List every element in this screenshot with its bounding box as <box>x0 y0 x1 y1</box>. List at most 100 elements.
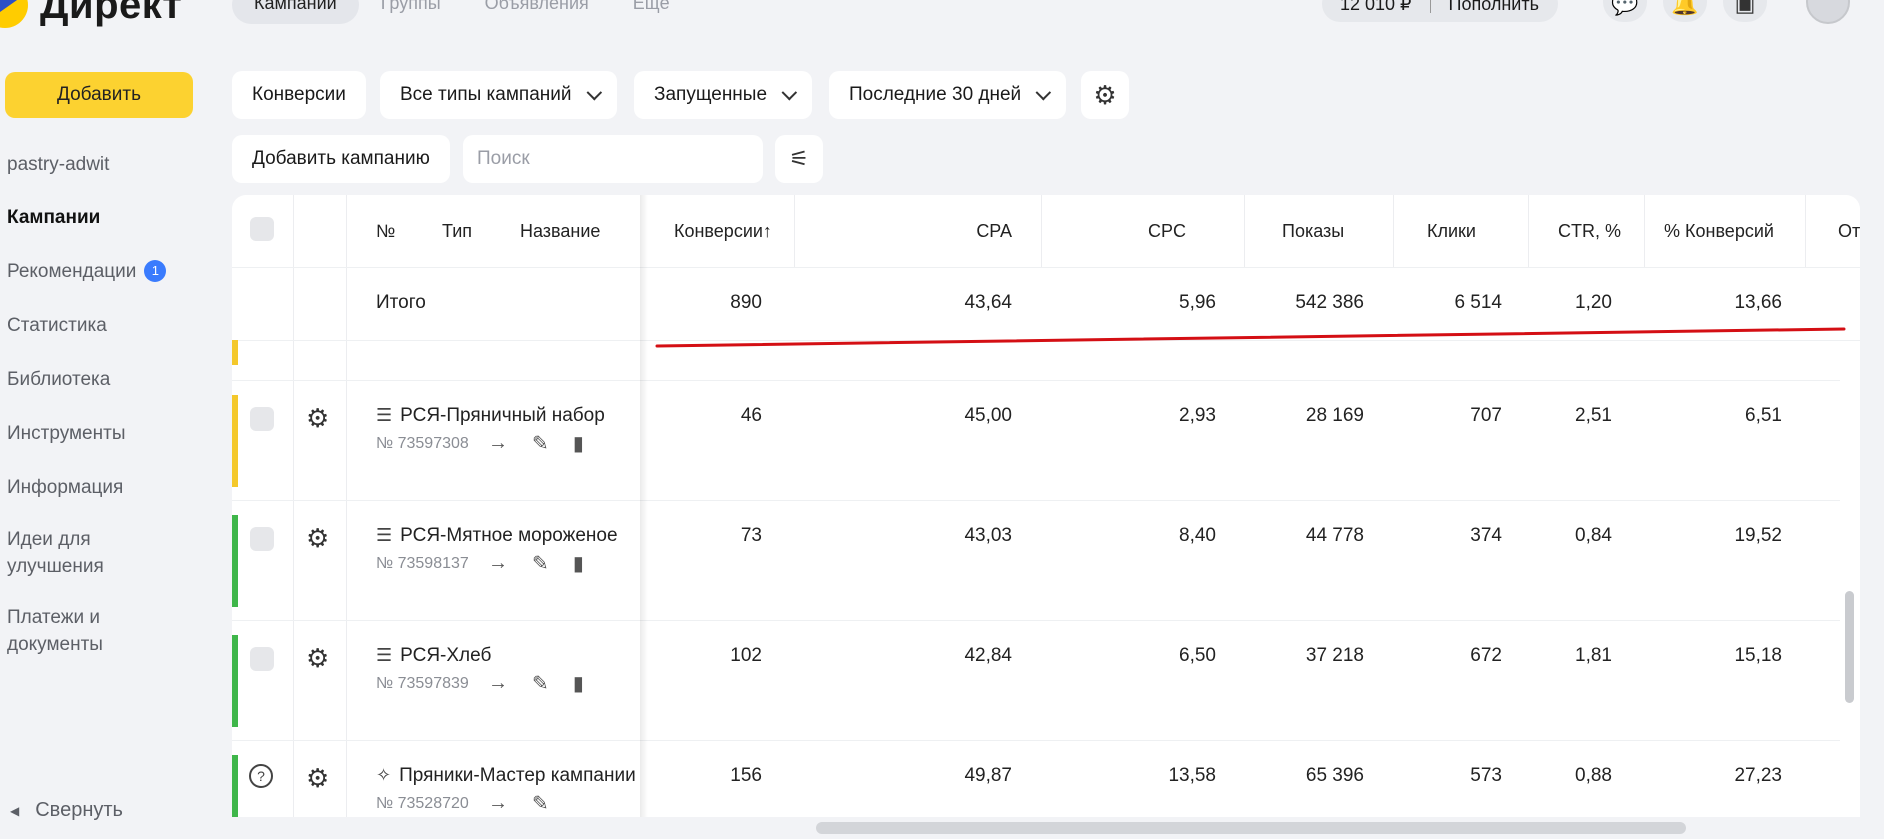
campaign-name[interactable]: ☰ РСЯ-Мятное мороженое <box>376 525 646 547</box>
campaign-name[interactable]: ☰ РСЯ-Пряничный набор <box>376 405 646 427</box>
sidebar-item-ideas[interactable]: Идеи для улучшения <box>7 526 104 580</box>
search-input[interactable] <box>463 135 763 183</box>
sidebar-item-payments[interactable]: Платежи и документы <box>7 604 103 658</box>
row-checkbox[interactable] <box>250 647 274 671</box>
gear-icon[interactable]: ⚙ <box>306 525 329 551</box>
header-ctr[interactable]: CTR, % <box>1558 195 1621 267</box>
sidebar-item-info[interactable]: Информация <box>7 474 123 501</box>
header-cpa[interactable]: CPA <box>912 195 1012 267</box>
logo[interactable]: Директ <box>0 0 182 28</box>
cell-impressions: 37 218 <box>1305 645 1364 666</box>
sidebar-item-tools[interactable]: Инструменты <box>7 420 125 447</box>
avatar[interactable] <box>1806 0 1850 24</box>
status-stripe <box>232 515 238 607</box>
collapse-button[interactable]: ◀ Свернуть <box>10 799 123 822</box>
gear-icon[interactable]: ⚙ <box>306 645 329 671</box>
pencil-icon[interactable]: ✎ <box>532 431 549 456</box>
column-divider <box>293 195 294 817</box>
gear-icon[interactable]: ⚙ <box>306 405 329 431</box>
tab-campaigns[interactable]: Кампании <box>232 0 359 24</box>
header-number[interactable]: № <box>376 195 395 267</box>
bar-chart-icon[interactable]: ▮ <box>573 431 584 456</box>
row-divider <box>232 267 1860 268</box>
header-conversions[interactable]: Конверсии↑ <box>674 195 772 267</box>
chevron-down-icon <box>586 84 602 100</box>
horizontal-scrollbar[interactable] <box>816 822 1686 834</box>
cell-clicks: 707 <box>1470 405 1502 426</box>
apps-icon[interactable]: ▣ <box>1723 0 1767 22</box>
cell-conversions: 46 <box>740 405 762 426</box>
total-conversions: 890 <box>730 292 762 313</box>
arrow-right-icon[interactable]: → <box>488 432 508 455</box>
campaign-types-dropdown[interactable]: Все типы кампаний <box>380 71 617 119</box>
cell-cpa: 49,87 <box>964 765 1012 786</box>
balance-widget: 12 010 ₽ Пополнить <box>1322 0 1558 22</box>
add-button[interactable]: Добавить <box>5 72 193 118</box>
cell-clicks: 672 <box>1470 645 1502 666</box>
tab-ads[interactable]: Объявления <box>463 0 611 24</box>
cell-conv-rate: 27,23 <box>1734 765 1782 786</box>
filter-sliders-icon[interactable]: ⚟ <box>775 135 823 183</box>
status-stripe <box>232 635 238 727</box>
cell-conversions: 73 <box>740 525 762 546</box>
header-clicks[interactable]: Клики <box>1427 195 1476 267</box>
pencil-icon[interactable]: ✎ <box>532 551 549 576</box>
tab-groups[interactable]: Группы <box>359 0 463 24</box>
select-all-checkbox[interactable] <box>250 217 274 241</box>
top-tabs: Кампании Группы Объявления Ещё <box>232 0 692 24</box>
sidebar-item-recommendations[interactable]: Рекомендации 1 <box>7 258 167 285</box>
header-type[interactable]: Тип <box>442 195 472 267</box>
add-campaign-button[interactable]: Добавить кампанию <box>232 135 450 183</box>
header-conv-rate[interactable]: % Конверсий <box>1664 195 1774 267</box>
bell-icon[interactable]: 🔔 <box>1663 0 1707 22</box>
cell-cpc: 6,50 <box>1179 645 1216 666</box>
account-name[interactable]: pastry-adwit <box>7 151 109 178</box>
header-name[interactable]: Название <box>520 195 600 267</box>
column-divider <box>1805 195 1806 267</box>
arrow-right-icon[interactable]: → <box>488 792 508 815</box>
cell-conv-rate: 19,52 <box>1734 525 1782 546</box>
bar-chart-icon[interactable]: ▮ <box>573 551 584 576</box>
header-more[interactable]: От <box>1838 195 1860 267</box>
arrow-right-icon[interactable]: → <box>488 672 508 695</box>
conversions-filter[interactable]: Конверсии <box>232 71 366 119</box>
gear-icon[interactable]: ⚙ <box>306 765 329 791</box>
pencil-icon[interactable]: ✎ <box>532 671 549 696</box>
bar-chart-icon[interactable]: ▮ <box>573 671 584 696</box>
campaign-id: № 73528720 <box>376 795 469 812</box>
sidebar-item-campaigns[interactable]: Кампании <box>7 204 100 231</box>
cell-conv-rate: 15,18 <box>1734 645 1782 666</box>
tab-more[interactable]: Ещё <box>611 0 692 24</box>
arrow-right-icon[interactable]: → <box>488 552 508 575</box>
header-impressions[interactable]: Показы <box>1282 195 1344 267</box>
total-impressions: 542 386 <box>1295 292 1364 313</box>
column-divider <box>1244 195 1245 267</box>
pencil-icon[interactable]: ✎ <box>532 791 549 816</box>
cell-cpa: 43,03 <box>964 525 1012 546</box>
recommendations-badge: 1 <box>144 260 167 282</box>
row-checkbox[interactable] <box>250 527 274 551</box>
chat-icon[interactable]: 💬 <box>1603 0 1647 22</box>
row-checkbox[interactable] <box>250 407 274 431</box>
cell-clicks: 573 <box>1470 765 1502 786</box>
period-dropdown[interactable]: Последние 30 дней <box>829 71 1067 119</box>
header-cpc[interactable]: CPC <box>1082 195 1186 267</box>
period-label: Последние 30 дней <box>849 84 1022 105</box>
sidebar-item-library[interactable]: Библиотека <box>7 366 110 393</box>
status-dropdown[interactable]: Запущенные <box>634 71 813 119</box>
cell-cpc: 13,58 <box>1168 765 1216 786</box>
cell-conversions: 102 <box>730 645 762 666</box>
cell-ctr: 2,51 <box>1575 405 1612 426</box>
help-icon[interactable]: ? <box>249 764 273 788</box>
sidebar-item-statistics[interactable]: Статистика <box>7 312 107 339</box>
logo-text: Директ <box>40 0 183 27</box>
vertical-scrollbar[interactable] <box>1845 591 1854 703</box>
campaign-type-icon: ☰ <box>376 645 393 665</box>
settings-gear-icon[interactable]: ⚙ <box>1081 71 1129 119</box>
sidebar-item-label: Рекомендации <box>7 261 137 282</box>
campaign-name[interactable]: ☰ РСЯ-Хлеб <box>376 645 646 667</box>
campaign-types-label: Все типы кампаний <box>400 84 572 105</box>
campaign-name[interactable]: ✧ Пряники-Мастер кампании <box>376 765 646 787</box>
collapse-label: Свернуть <box>35 799 123 821</box>
top-up-button[interactable]: Пополнить <box>1431 0 1557 15</box>
